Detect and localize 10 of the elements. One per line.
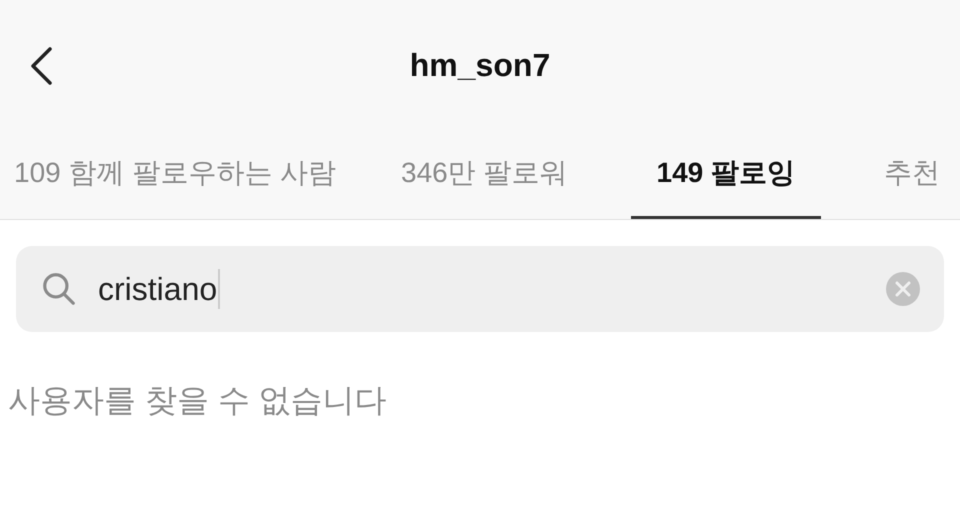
tab[interactable]: 149 팔로잉 bbox=[630, 129, 821, 219]
profile-title: hm_son7 bbox=[410, 46, 550, 85]
tab[interactable]: 109 함께 팔로우하는 사람 bbox=[12, 129, 338, 219]
search-field[interactable]: cristiano bbox=[16, 246, 944, 332]
tab[interactable]: 346만 팔로워 bbox=[399, 129, 570, 219]
search-icon bbox=[40, 270, 78, 308]
search-text: cristiano bbox=[98, 270, 218, 309]
tab[interactable]: 추천 bbox=[882, 129, 942, 219]
back-icon[interactable] bbox=[28, 46, 54, 86]
no-results-message: 사용자를 찾을 수 없습니다 bbox=[8, 382, 387, 418]
